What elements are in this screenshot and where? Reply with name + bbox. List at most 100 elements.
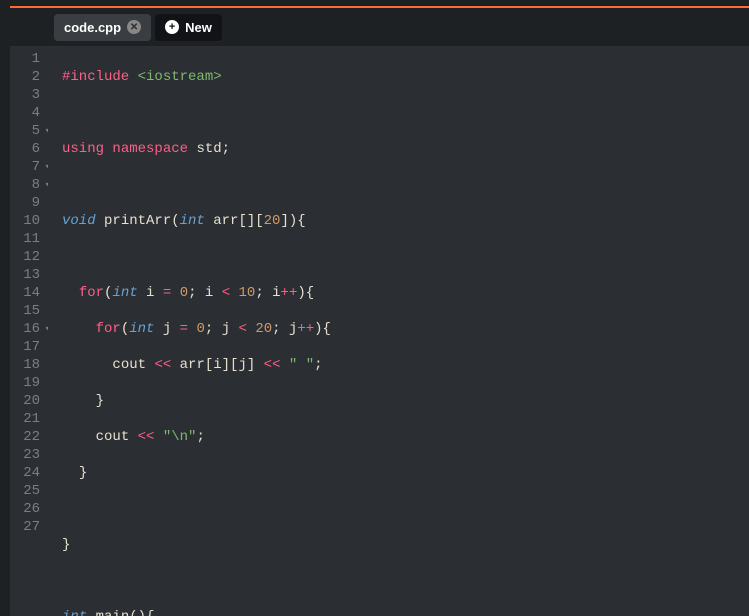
number: 20 — [264, 213, 281, 229]
new-tab-button[interactable]: + New — [155, 14, 222, 41]
keyword: using — [62, 141, 104, 157]
line-number: 23 — [14, 446, 40, 464]
line-number: 17 — [14, 338, 40, 356]
line-number: 5 — [14, 122, 40, 140]
line-number: 4 — [14, 104, 40, 122]
code-line: using namespace std; — [62, 140, 749, 158]
keyword: namespace — [112, 141, 188, 157]
identifier: std — [188, 141, 222, 157]
line-number: 7 — [14, 158, 40, 176]
punct: } — [62, 537, 70, 553]
tab-bar: code.cpp ✕ + New — [10, 6, 749, 46]
editor-body: 1234567891011121314151617181920212223242… — [10, 46, 749, 616]
punct: ( — [121, 321, 129, 337]
include-path: <iostream> — [129, 69, 221, 85]
indent — [62, 429, 96, 445]
line-number: 3 — [14, 86, 40, 104]
line-number: 2 — [14, 68, 40, 86]
code-line: for(int i = 0; i < 10; i++){ — [62, 284, 749, 302]
number: 10 — [239, 285, 256, 301]
punct: ; j — [205, 321, 239, 337]
indent — [62, 357, 112, 373]
code-line — [62, 104, 749, 122]
code-line: cout << arr[i][j] << " "; — [62, 356, 749, 374]
operator: << — [264, 357, 281, 373]
function-name: printArr( — [96, 213, 180, 229]
code-line: cout << "\n"; — [62, 428, 749, 446]
line-number-gutter: 1234567891011121314151617181920212223242… — [10, 46, 48, 616]
number: 0 — [180, 285, 188, 301]
code-line — [62, 572, 749, 590]
indent — [62, 465, 79, 481]
function-name: main(){ — [87, 609, 154, 616]
identifier: arr[][ — [205, 213, 264, 229]
line-number: 27 — [14, 518, 40, 536]
operator: << — [138, 429, 155, 445]
line-number: 18 — [14, 356, 40, 374]
line-number: 24 — [14, 464, 40, 482]
line-number: 19 — [14, 374, 40, 392]
line-number: 26 — [14, 500, 40, 518]
line-number: 15 — [14, 302, 40, 320]
identifier: cout — [112, 357, 154, 373]
identifier: cout — [96, 429, 138, 445]
keyword: for — [96, 321, 121, 337]
punct: ; i — [255, 285, 280, 301]
line-number: 9 — [14, 194, 40, 212]
identifier: arr[i][j] — [171, 357, 263, 373]
number: 0 — [196, 321, 204, 337]
line-number: 13 — [14, 266, 40, 284]
identifier: i — [138, 285, 163, 301]
punct: } — [96, 393, 104, 409]
line-number: 25 — [14, 482, 40, 500]
operator: = — [180, 321, 188, 337]
punct: } — [79, 465, 87, 481]
line-number: 14 — [14, 284, 40, 302]
code-line: } — [62, 392, 749, 410]
punct: ; — [196, 429, 204, 445]
close-icon[interactable]: ✕ — [127, 20, 141, 34]
type: int — [129, 321, 154, 337]
string: "\n" — [154, 429, 196, 445]
line-number: 20 — [14, 392, 40, 410]
code-line: int main(){ — [62, 608, 749, 616]
line-number: 22 — [14, 428, 40, 446]
indent — [62, 321, 96, 337]
operator: < — [222, 285, 230, 301]
operator: < — [239, 321, 247, 337]
code-line: } — [62, 464, 749, 482]
code-line: for(int j = 0; j < 20; j++){ — [62, 320, 749, 338]
line-number: 10 — [14, 212, 40, 230]
type: int — [180, 213, 205, 229]
punct: ){ — [297, 285, 314, 301]
tab-label: code.cpp — [64, 20, 121, 35]
line-number: 11 — [14, 230, 40, 248]
tab-code-cpp[interactable]: code.cpp ✕ — [54, 14, 151, 41]
code-line: void printArr(int arr[][20]){ — [62, 212, 749, 230]
code-line: } — [62, 536, 749, 554]
operator: << — [154, 357, 171, 373]
indent — [62, 285, 79, 301]
line-number: 12 — [14, 248, 40, 266]
operator: ++ — [297, 321, 314, 337]
code-line — [62, 176, 749, 194]
line-number: 16 — [14, 320, 40, 338]
string: " " — [280, 357, 314, 373]
type: int — [112, 285, 137, 301]
new-tab-label: New — [185, 20, 212, 35]
punct: ){ — [314, 321, 331, 337]
type: void — [62, 213, 96, 229]
line-number: 6 — [14, 140, 40, 158]
punct: ; — [314, 357, 322, 373]
editor-container: code.cpp ✕ + New 12345678910111213141516… — [0, 0, 749, 616]
punct: ]){ — [280, 213, 305, 229]
punct: ; j — [272, 321, 297, 337]
code-area[interactable]: #include <iostream> using namespace std;… — [48, 46, 749, 616]
type: int — [62, 609, 87, 616]
punct: ; i — [188, 285, 222, 301]
line-number: 21 — [14, 410, 40, 428]
line-number: 8 — [14, 176, 40, 194]
code-line: #include <iostream> — [62, 68, 749, 86]
operator: ++ — [281, 285, 298, 301]
line-number: 1 — [14, 50, 40, 68]
